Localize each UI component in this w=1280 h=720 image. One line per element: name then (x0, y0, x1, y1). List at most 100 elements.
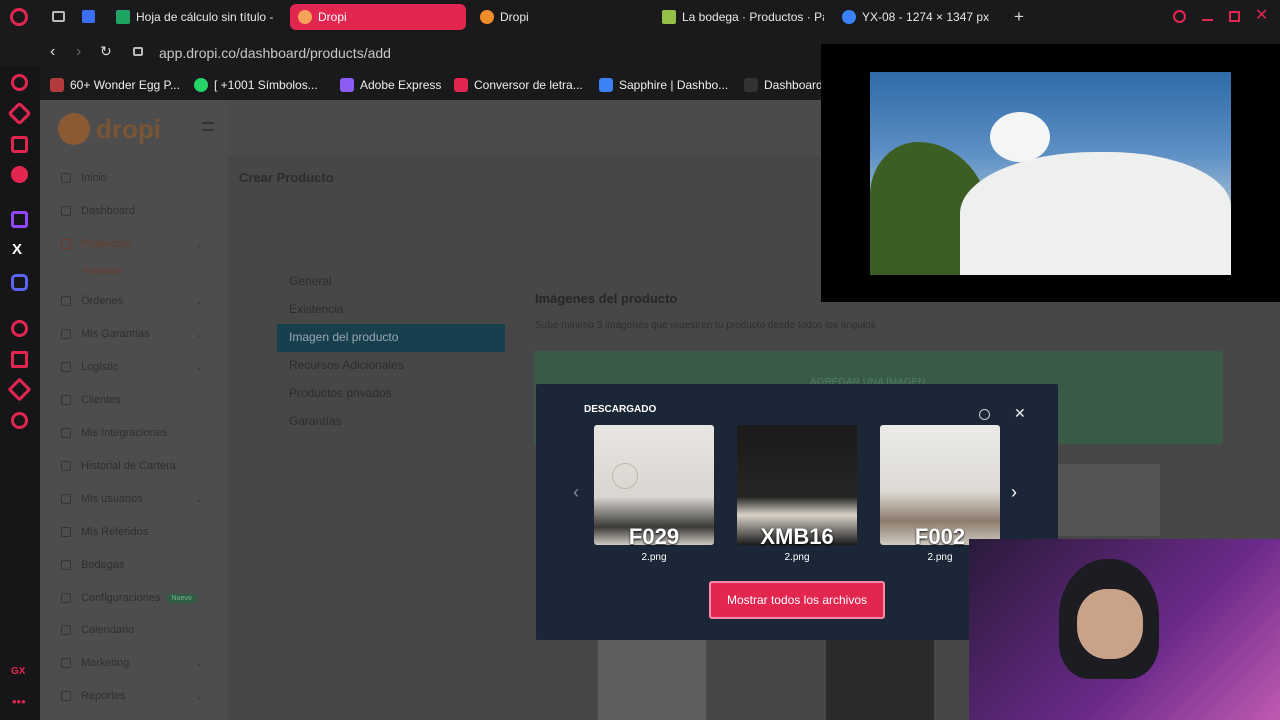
x-icon[interactable]: X (12, 241, 22, 258)
sidebar-item[interactable]: Historial de Cartera (61, 460, 221, 472)
bookmark-label: Conversor de letra... (474, 78, 583, 92)
show-all-files-button[interactable]: Mostrar todos los archivos (709, 581, 885, 619)
bookmark-2[interactable]: [ +1001 Símbolos... (194, 78, 318, 92)
history-icon[interactable] (11, 320, 28, 337)
pinboard-icon[interactable] (7, 377, 32, 402)
back-icon[interactable]: ‹ (50, 43, 55, 61)
dropi-favicon-icon (480, 10, 494, 24)
tab-label: Dropi (318, 10, 347, 24)
minimize-icon[interactable] (1202, 19, 1213, 21)
sidebar-item-label: Reportes (81, 690, 126, 702)
sidebar-item-label: Bodegas (81, 559, 125, 571)
sidebar-item[interactable]: Inicio (61, 172, 221, 184)
chevron-down-icon: ⌄ (195, 238, 203, 249)
url-field[interactable]: app.dropi.co/dashboard/products/add (159, 45, 391, 61)
trello-icon[interactable] (82, 10, 95, 23)
dropi-favicon-icon (298, 10, 312, 24)
whatsapp-icon (194, 78, 208, 92)
form-menu-recursos[interactable]: Recursos Adicionales (289, 358, 404, 372)
new-badge: Nuevo (166, 593, 197, 603)
next-icon[interactable]: › (1011, 482, 1017, 503)
bookmark-icon (50, 78, 64, 92)
sidebar-item[interactable]: Mis Integraciones (61, 427, 221, 439)
download-filename: 2.png (784, 552, 810, 563)
twitch-icon[interactable] (11, 211, 28, 228)
form-menu-general[interactable]: General (289, 274, 332, 288)
stack-icon[interactable] (11, 166, 28, 183)
sidebar-item[interactable]: Bodegas (61, 559, 221, 571)
bookmarks-icon[interactable] (11, 351, 28, 368)
aria-icon[interactable] (11, 74, 28, 91)
nav-icon (61, 593, 71, 603)
hamburger-icon[interactable] (202, 122, 214, 131)
bookmark-5[interactable]: Sapphire | Dashbo... (599, 78, 728, 92)
prev-icon[interactable]: ‹ (573, 482, 579, 503)
reload-icon[interactable]: ↻ (100, 43, 112, 60)
sidebar-item[interactable]: Mis Garantías ⌄ (61, 328, 221, 340)
bookmark-6[interactable]: Dashboard (744, 78, 823, 92)
nav-icon (61, 527, 71, 537)
sidebar-item[interactable]: Mis usuarios ⌄ (61, 493, 221, 505)
nav-icon (61, 560, 71, 570)
sidebar-item-label: Historial de Cartera (81, 460, 176, 472)
bookmark-3[interactable]: Adobe Express (340, 78, 441, 92)
bookmark-label: Adobe Express (360, 78, 442, 92)
sidebar-item[interactable]: Dashboard (61, 205, 221, 217)
tab-4[interactable]: La bodega · Productos · Pa (654, 4, 824, 30)
diamond-icon[interactable] (7, 101, 32, 126)
product-image-3 (1058, 464, 1160, 536)
settings-icon[interactable] (11, 412, 28, 429)
dropi-logo-icon (58, 113, 90, 145)
bookmark-4[interactable]: Conversor de letra... (454, 78, 583, 92)
sidebar-item-label: Mis usuarios (81, 493, 143, 505)
tab-3[interactable]: Dropi (472, 4, 642, 30)
section-hint: Sube mínimo 3 imágenes que muestren tu p… (535, 320, 876, 331)
close-icon[interactable]: ✕ (1014, 405, 1026, 422)
sidebar-item[interactable]: Mis Referidos (61, 526, 221, 538)
bookmark-1[interactable]: 60+ Wonder Egg P... (50, 78, 180, 92)
sheets-icon (116, 10, 130, 24)
forward-icon[interactable]: › (76, 43, 81, 61)
sidebar-item[interactable]: Productos ⌄ (61, 238, 221, 250)
emoji-icon[interactable] (979, 409, 990, 420)
wallet-icon[interactable] (11, 136, 28, 153)
tab-island-icon[interactable] (52, 11, 65, 22)
sidebar-item[interactable]: Productos (82, 266, 242, 276)
discord-icon[interactable] (11, 274, 28, 291)
sidebar-item-label: Órdenes (81, 295, 124, 307)
more-icon[interactable]: ••• (12, 694, 26, 709)
sidebar-item-label: Productos (82, 266, 123, 276)
sidebar-item[interactable]: Reportes ⌄ (61, 690, 221, 702)
sidebar-item-label: Logistic (81, 361, 119, 373)
opera-logo-icon[interactable] (10, 8, 28, 26)
bookmark-label: 60+ Wonder Egg P... (70, 78, 180, 92)
chevron-down-icon: ⌄ (195, 361, 203, 372)
sidebar-item[interactable]: Clientes (61, 394, 221, 406)
form-menu-privados[interactable]: Productos privados (289, 386, 392, 400)
webcam-overlay (969, 539, 1280, 720)
form-menu-existencia[interactable]: Existencia (289, 302, 344, 316)
sidebar-item-label: Clientes (81, 394, 121, 406)
nav-icon (61, 494, 71, 504)
sidebar-item-label: Calendario (81, 624, 135, 636)
search-tabs-icon[interactable] (1173, 10, 1186, 23)
maximize-icon[interactable] (1229, 11, 1240, 22)
tab-2-active[interactable]: Dropi (290, 4, 466, 30)
tab-1[interactable]: Hoja de cálculo sin título - (108, 4, 278, 30)
download-title: XMB16 (760, 524, 834, 549)
sidebar-item[interactable]: Órdenes ⌄ (61, 295, 221, 307)
close-window-icon[interactable]: ✕ (1255, 5, 1268, 25)
sidebar-item[interactable]: Marketing ⌄ (61, 657, 221, 669)
sidebar-item[interactable]: Calendario (61, 624, 221, 636)
tab-label: Dropi (500, 10, 529, 24)
gx-icon[interactable]: GX (11, 666, 25, 677)
new-tab-icon[interactable]: + (1014, 7, 1024, 27)
nav-icon (61, 362, 71, 372)
converter-icon (454, 78, 468, 92)
form-menu-garantias[interactable]: Garantías (289, 414, 342, 428)
sapphire-icon (599, 78, 613, 92)
tab-5[interactable]: YX-08 - 1274 × 1347 px (834, 4, 1010, 30)
sidebar-item[interactable]: Configuraciones Nuevo (61, 592, 221, 604)
section-title: Imágenes del producto (535, 291, 678, 306)
sidebar-item[interactable]: Logistic ⌄ (61, 361, 221, 373)
